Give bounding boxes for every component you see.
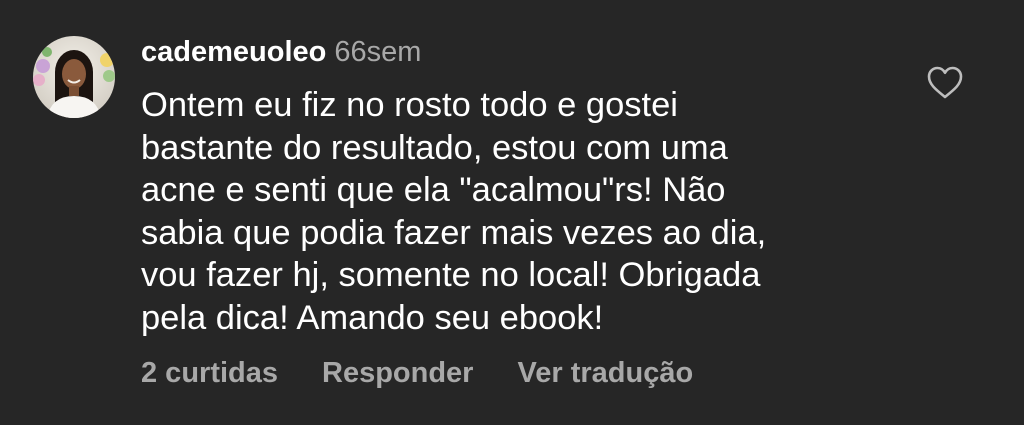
- likes-count-button[interactable]: 2 curtidas: [141, 354, 278, 392]
- username[interactable]: cademeuoleo: [141, 36, 326, 68]
- translate-button[interactable]: Ver tradução: [517, 354, 693, 392]
- reply-button[interactable]: Responder: [322, 354, 473, 392]
- avatar[interactable]: [33, 36, 115, 118]
- comment-header: cademeuoleo 66sem: [141, 33, 421, 71]
- comment-text-line: Ontem eu fiz no rosto todo e gostei: [141, 86, 678, 124]
- comment-text-line: sabia que podia fazer mais vezes ao dia,: [141, 213, 767, 252]
- comment-text-line: bastante do resultado, estou com uma: [141, 128, 728, 167]
- like-button[interactable]: [927, 66, 963, 100]
- comment-text-line: pela dica! Amando seu ebook!: [141, 298, 604, 337]
- timestamp: 66sem: [334, 36, 422, 68]
- comment-actions: 2 curtidas Responder Ver tradução: [141, 354, 693, 392]
- comment-text: Ontem eu fiz no rosto todo e gostei bast…: [141, 84, 881, 339]
- comment: cademeuoleo 66sem Ontem eu fiz no rosto t…: [0, 0, 1024, 425]
- comment-text-line: vou fazer hj, somente no local! Obrigada: [141, 256, 761, 294]
- heart-outline-icon: [927, 66, 963, 99]
- comment-text-line: acne e senti que ela "acalmou"rs! Não: [141, 171, 726, 209]
